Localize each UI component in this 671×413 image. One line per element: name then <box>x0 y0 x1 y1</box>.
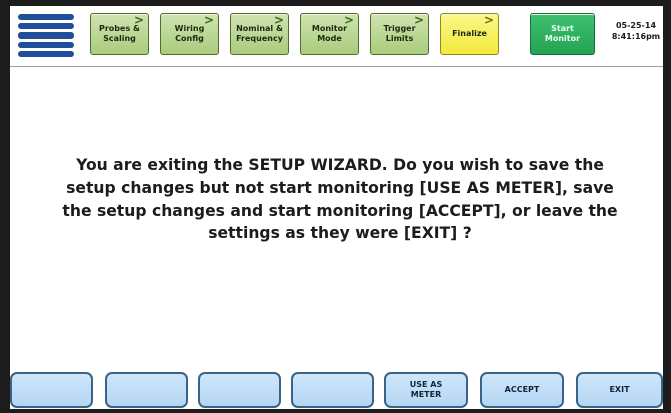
tab-start-monitor[interactable]: Start Monitor <box>530 13 595 55</box>
tab-label: Monitor Mode <box>311 24 348 43</box>
softkey-1[interactable] <box>10 372 93 408</box>
tab-label: Nominal & Frequency <box>236 24 283 43</box>
time: 8:41:16pm <box>611 32 661 41</box>
tab-label: Probes & Scaling <box>99 24 140 43</box>
softkey-label: USE AS METER <box>409 380 443 399</box>
date: 05-25-14 <box>615 21 657 30</box>
chevron-right-icon: > <box>273 13 284 27</box>
softkey-bar: USE AS METER ACCEPT EXIT <box>10 372 663 409</box>
tab-label: Start Monitor <box>544 24 581 43</box>
tab-label: Wiring Config <box>174 24 205 43</box>
tab-trigger-limits[interactable]: Trigger Limits > <box>370 13 429 55</box>
chevron-right-icon: > <box>133 13 144 27</box>
use-as-meter-button[interactable]: USE AS METER <box>384 372 468 408</box>
tab-probes-scaling[interactable]: Probes & Scaling > <box>90 13 149 55</box>
accept-button[interactable]: ACCEPT <box>480 372 564 408</box>
tab-label: Trigger Limits <box>383 24 416 43</box>
tab-monitor-mode[interactable]: Monitor Mode > <box>300 13 359 55</box>
stripes-logo-icon <box>18 14 74 58</box>
tab-nominal-frequency[interactable]: Nominal & Frequency > <box>230 13 289 55</box>
tab-label: Finalize <box>452 29 487 38</box>
chevron-right-icon: > <box>203 13 214 27</box>
softkey-label: ACCEPT <box>504 385 540 394</box>
softkey-3[interactable] <box>198 372 281 408</box>
chevron-right-icon: > <box>343 13 354 27</box>
chevron-right-icon: > <box>413 13 424 27</box>
top-bar: Probes & Scaling > Wiring Config > Nomin… <box>10 6 663 67</box>
softkey-2[interactable] <box>105 372 188 408</box>
date-time: 05-25-14 8:41:16pm <box>610 20 662 42</box>
tab-wiring-config[interactable]: Wiring Config > <box>160 13 219 55</box>
tab-finalize[interactable]: Finalize > <box>440 13 499 55</box>
chevron-right-icon: > <box>483 13 494 27</box>
screen: Probes & Scaling > Wiring Config > Nomin… <box>10 6 663 409</box>
softkey-4[interactable] <box>291 372 374 408</box>
exit-wizard-message: You are exiting the SETUP WIZARD. Do you… <box>62 156 618 243</box>
softkey-label: EXIT <box>609 385 630 394</box>
exit-button[interactable]: EXIT <box>576 372 663 408</box>
device-bezel: Probes & Scaling > Wiring Config > Nomin… <box>0 0 671 413</box>
